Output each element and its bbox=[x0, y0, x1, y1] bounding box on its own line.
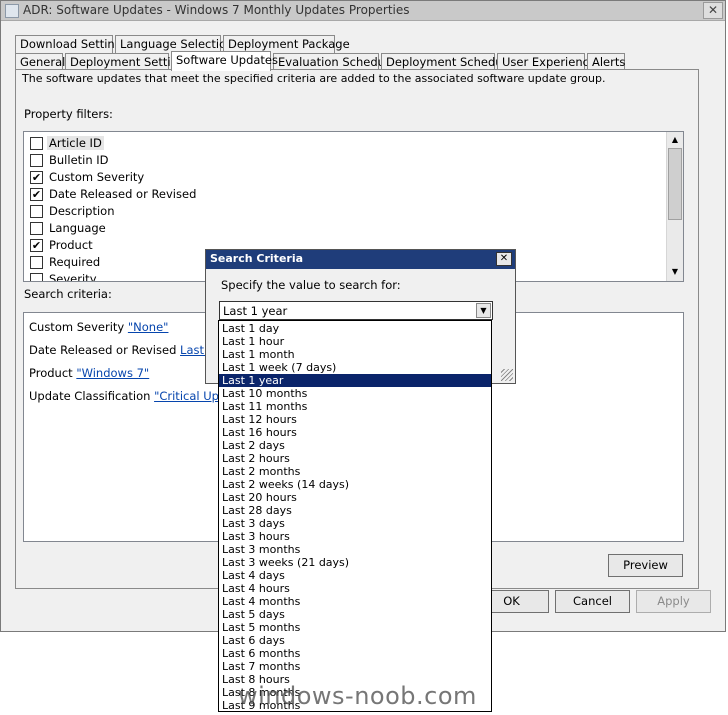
chevron-down-icon[interactable]: ▼ bbox=[476, 303, 491, 318]
tab-download-settings[interactable]: Download Settings bbox=[15, 35, 128, 53]
combo-selected-value: Last 1 year bbox=[223, 304, 288, 318]
search-criteria-label: Search criteria: bbox=[24, 287, 112, 301]
dropdown-option[interactable]: Last 3 hours bbox=[219, 530, 491, 543]
search-value-combo[interactable]: Last 1 year ▼ bbox=[219, 301, 493, 320]
filter-checkbox[interactable] bbox=[30, 273, 43, 281]
dropdown-option[interactable]: Last 1 week (7 days) bbox=[219, 361, 491, 374]
window-close-button[interactable]: ✕ bbox=[703, 2, 723, 19]
dropdown-option[interactable]: Last 1 month bbox=[219, 348, 491, 361]
dropdown-option[interactable]: Last 20 hours bbox=[219, 491, 491, 504]
preview-button[interactable]: Preview bbox=[608, 554, 683, 577]
criteria-value-link[interactable]: "None" bbox=[128, 320, 169, 334]
filter-checkbox-checked[interactable]: ✔ bbox=[30, 239, 43, 252]
dropdown-option[interactable]: Last 2 months bbox=[219, 465, 491, 478]
criteria-date-released: Date Released or Revised Last 1 ye bbox=[29, 343, 233, 357]
dropdown-option[interactable]: Last 16 hours bbox=[219, 426, 491, 439]
window-icon bbox=[5, 4, 19, 18]
filter-checkbox-checked[interactable]: ✔ bbox=[30, 171, 43, 184]
dialog-close-icon[interactable]: ✕ bbox=[496, 252, 512, 266]
dropdown-option[interactable]: Last 1 year bbox=[219, 374, 491, 387]
dropdown-option[interactable]: Last 6 months bbox=[219, 647, 491, 660]
dropdown-option[interactable]: Last 2 days bbox=[219, 439, 491, 452]
title-bar[interactable]: ADR: Software Updates - Windows 7 Monthl… bbox=[1, 1, 725, 21]
scroll-thumb[interactable] bbox=[668, 148, 682, 220]
page-description: The software updates that meet the speci… bbox=[22, 72, 606, 85]
filter-checkbox[interactable] bbox=[30, 256, 43, 269]
filter-checkbox[interactable] bbox=[30, 154, 43, 167]
criteria-product: Product "Windows 7" bbox=[29, 366, 150, 380]
dropdown-option[interactable]: Last 4 months bbox=[219, 595, 491, 608]
cancel-button[interactable]: Cancel bbox=[555, 590, 630, 613]
dropdown-option[interactable]: Last 5 months bbox=[219, 621, 491, 634]
dropdown-option[interactable]: Last 3 weeks (21 days) bbox=[219, 556, 491, 569]
dropdown-option[interactable]: Last 4 days bbox=[219, 569, 491, 582]
dropdown-option[interactable]: Last 12 hours bbox=[219, 413, 491, 426]
filter-checkbox[interactable] bbox=[30, 137, 43, 150]
dropdown-option[interactable]: Last 28 days bbox=[219, 504, 491, 517]
dropdown-option[interactable]: Last 4 hours bbox=[219, 582, 491, 595]
dropdown-option[interactable]: Last 1 day bbox=[219, 322, 491, 335]
criteria-custom-severity: Custom Severity "None" bbox=[29, 320, 169, 334]
scroll-up-icon[interactable]: ▲ bbox=[668, 133, 682, 147]
dialog-title: Search Criteria bbox=[210, 252, 304, 265]
dropdown-option[interactable]: Last 1 hour bbox=[219, 335, 491, 348]
dropdown-option[interactable]: Last 11 months bbox=[219, 400, 491, 413]
apply-button: Apply bbox=[636, 590, 711, 613]
window-title: ADR: Software Updates - Windows 7 Monthl… bbox=[23, 3, 410, 17]
dropdown-option[interactable]: Last 3 months bbox=[219, 543, 491, 556]
dialog-title-bar[interactable]: Search Criteria ✕ bbox=[206, 250, 515, 269]
dialog-prompt: Specify the value to search for: bbox=[221, 278, 401, 292]
watermark: windows-noob.com bbox=[238, 682, 477, 710]
dropdown-option[interactable]: Last 2 weeks (14 days) bbox=[219, 478, 491, 491]
scroll-down-icon[interactable]: ▼ bbox=[668, 265, 682, 279]
dropdown-option[interactable]: Last 5 days bbox=[219, 608, 491, 621]
dropdown-option[interactable]: Last 7 months bbox=[219, 660, 491, 673]
resize-grip-icon[interactable] bbox=[501, 369, 513, 381]
dropdown-option[interactable]: Last 2 hours bbox=[219, 452, 491, 465]
filter-checkbox[interactable] bbox=[30, 205, 43, 218]
filter-checkbox[interactable] bbox=[30, 222, 43, 235]
filter-checkbox-checked[interactable]: ✔ bbox=[30, 188, 43, 201]
property-filters-label: Property filters: bbox=[24, 107, 113, 121]
search-value-dropdown[interactable]: Last 1 day Last 1 hour Last 1 month Last 1 … bbox=[218, 320, 492, 712]
filters-scrollbar[interactable]: ▲ ▼ bbox=[666, 132, 683, 281]
tab-software-updates[interactable]: Software Updates bbox=[171, 51, 278, 71]
dropdown-option[interactable]: Last 10 months bbox=[219, 387, 491, 400]
dropdown-option[interactable]: Last 3 days bbox=[219, 517, 491, 530]
criteria-value-link[interactable]: "Windows 7" bbox=[76, 366, 149, 380]
dropdown-option[interactable]: Last 6 days bbox=[219, 634, 491, 647]
